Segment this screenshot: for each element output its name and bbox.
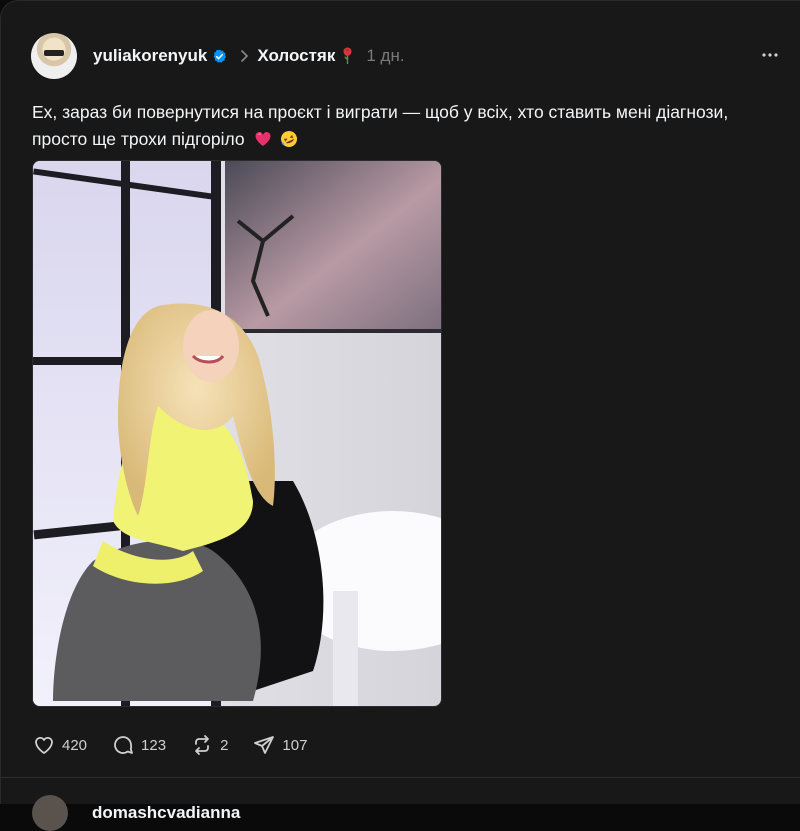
verified-badge-icon [213,49,227,63]
next-post-username[interactable]: domashcvadianna [92,803,240,823]
avatar[interactable] [31,33,77,79]
like-button[interactable]: 420 [32,733,87,757]
post-text: Ех, зараз би повернутися на проєкт і виг… [32,99,792,153]
post-card: yuliakorenyuk Холостяк 1 дн. Ех, зараз б… [0,0,800,831]
post-photo[interactable] [32,160,442,707]
community-name[interactable]: Холостяк [257,46,335,66]
repost-count: 2 [220,736,229,754]
post-text-line-1: Ех, зараз би повернутися на проєкт і виг… [32,102,729,122]
post-header: yuliakorenyuk Холостяк 1 дн. [31,33,780,79]
comment-icon [114,736,133,754]
post-time[interactable]: 1 дн. [366,46,404,66]
post-text-line-2-text: просто ще трохи підгоріло [32,129,245,149]
share-count: 107 [282,736,308,754]
heart-emoji-icon [255,132,271,146]
next-post-avatar[interactable] [32,795,68,831]
next-post-header: domashcvadianna [32,795,240,831]
repost-button[interactable]: 2 [190,733,228,757]
send-icon [254,736,275,754]
rose-icon [343,47,352,64]
repost-icon [195,735,209,755]
post-actions: 420 123 2 107 [32,732,331,758]
reply-button[interactable]: 123 [111,733,166,757]
like-count: 420 [62,736,88,754]
username[interactable]: yuliakorenyuk [93,46,207,66]
chevron-right-icon [241,50,249,62]
heart-icon [35,736,53,754]
rofl-emoji-icon [281,131,298,147]
post-divider [1,777,800,778]
more-horizontal-icon[interactable] [760,45,780,65]
share-button[interactable]: 107 [252,733,307,757]
reply-count: 123 [141,736,167,754]
post-photo-image [33,161,441,706]
post-text-line-2: просто ще трохи підгоріло [32,126,792,153]
